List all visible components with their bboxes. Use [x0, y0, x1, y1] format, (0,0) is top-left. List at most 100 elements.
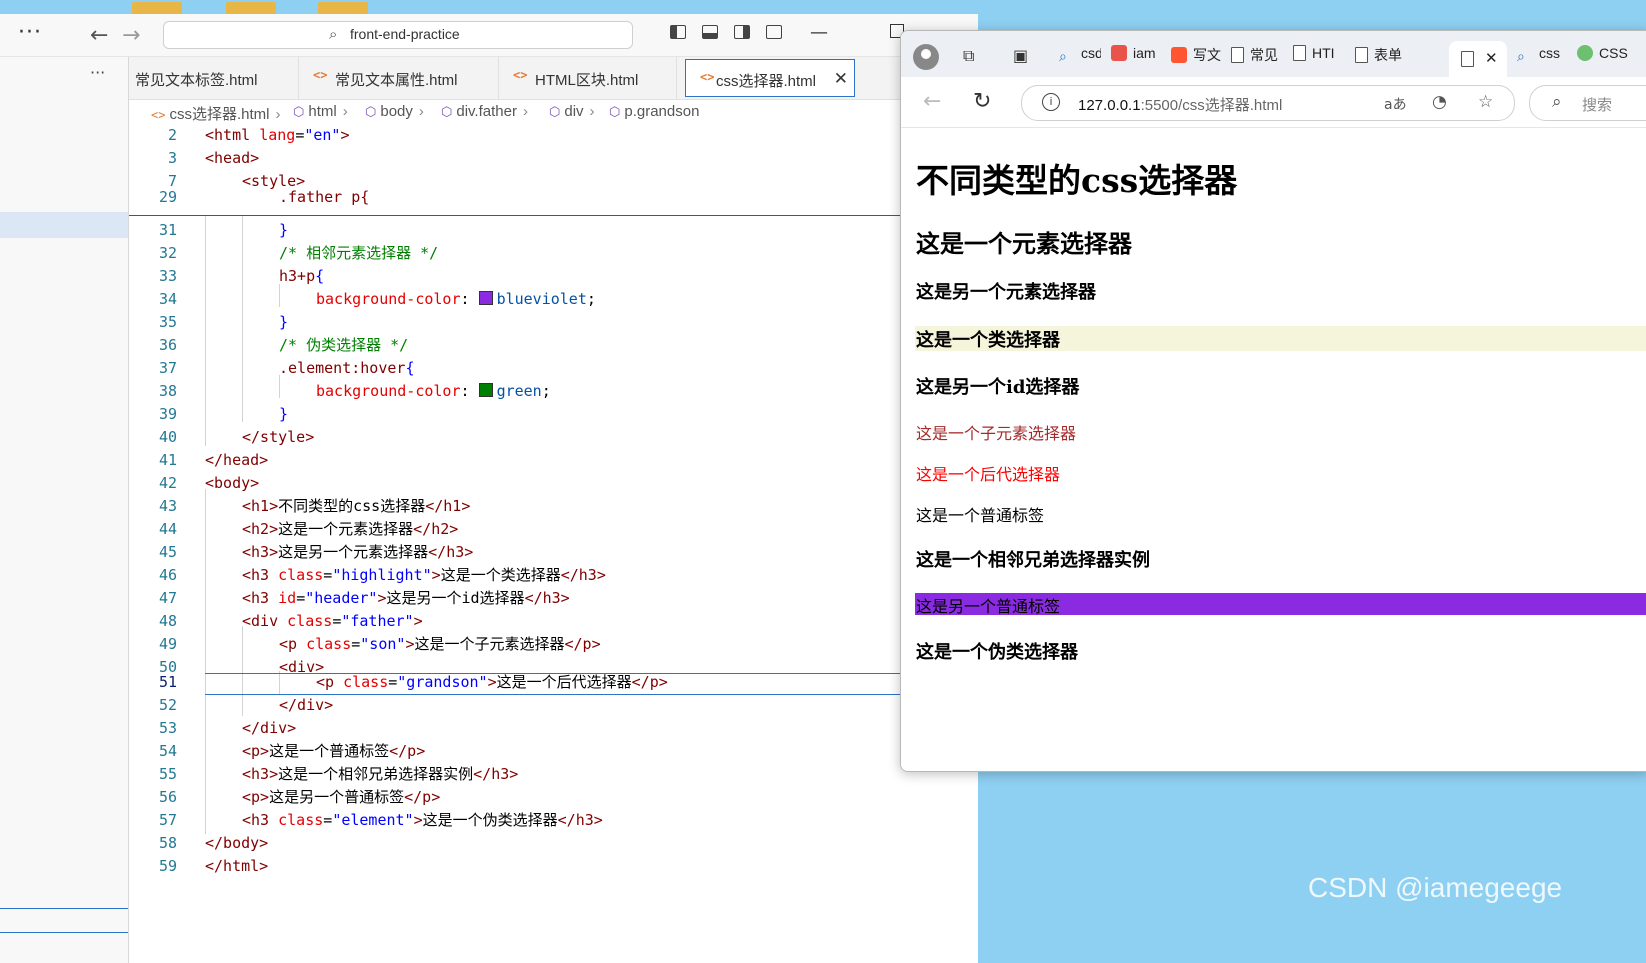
edge-refresh-icon[interactable]: ◔ [1432, 92, 1447, 112]
command-center-search[interactable]: ⌕ front-end-practice [163, 21, 633, 49]
code-line: 56 <p>这是另一个普通标签</p> [158, 788, 441, 806]
page-heading-pseudo-class[interactable]: 这是一个伪类选择器 [916, 638, 1078, 664]
code-line: 32/* 相邻元素选择器 */ [158, 244, 439, 262]
address-bar[interactable]: i 127.0.0.1:5500/css选择器.html aあ ◔ ☆ [1021, 85, 1515, 121]
tab-label: HTML区块.html [535, 72, 639, 89]
page-heading-highlight: 这是一个类选择器 [916, 330, 1060, 351]
command-center-label: front-end-practice [350, 26, 460, 42]
document-icon [1231, 47, 1244, 63]
back-arrow-icon[interactable]: ← [90, 23, 108, 48]
code-line: 44 <h2>这是一个元素选择器</h2> [158, 520, 459, 538]
toggle-primary-sidebar-icon[interactable] [670, 25, 686, 39]
code-line: 3 <head> [167, 149, 260, 167]
tab-label: 常见文本属性.html [335, 72, 458, 89]
close-icon[interactable]: ✕ [834, 69, 848, 89]
element-cube-icon: ⬡ [365, 104, 377, 119]
code-line: 58 </body> [158, 834, 269, 852]
minimize-icon[interactable]: — [810, 22, 828, 43]
browser-tab[interactable]: ⌕ csd [1059, 45, 1101, 67]
profile-avatar[interactable] [913, 44, 939, 70]
code-line: 49 <p class="son">这是一个子元素选择器</p> [158, 635, 601, 653]
browser-tab-active[interactable]: ✕ [1449, 41, 1507, 77]
code-line: 43 <h1>不同类型的css选择器</h1> [158, 497, 471, 515]
breadcrumb-div[interactable]: ⬡ div › [549, 103, 595, 120]
code-line: 36/* 伪类选择器 */ [158, 336, 409, 354]
tab-text-tags[interactable]: 常见文本标签.html [129, 57, 299, 99]
url-text: 127.0.0.1:5500/css选择器.html [1078, 97, 1283, 114]
page-paragraph-son: 这是一个子元素选择器 [916, 424, 1077, 443]
page-heading-h3: 这是另一个元素选择器 [916, 282, 1096, 303]
breadcrumb: <> css选择器.html › ⬡ html › ⬡ body › ⬡ div.father… [129, 100, 978, 124]
code-line: 38 background-color: green; [158, 382, 551, 400]
code-line: 59 </html> [158, 857, 269, 875]
favorite-star-icon[interactable]: ☆ [1478, 92, 1493, 112]
code-line: 29 .father p{ [158, 188, 370, 206]
desktop-folder-icon[interactable] [226, 2, 276, 14]
desktop-folder-icon[interactable] [318, 2, 368, 14]
code-line: 35} [158, 313, 289, 331]
code-line: 55 <h3>这是一个相邻兄弟选择器实例</h3> [158, 765, 519, 783]
editor-tabs: 常见文本标签.html <> 常见文本属性.html <> HTML区块.htm… [129, 57, 978, 100]
page-heading-adjacent: 这是一个相邻兄弟选择器实例 [916, 550, 1150, 571]
browser-tab[interactable]: HTI [1293, 45, 1345, 67]
toggle-panel-icon[interactable] [702, 25, 718, 39]
page-heading-h1: 不同类型的css选择器 [916, 161, 1238, 200]
document-icon [1293, 45, 1306, 61]
desktop-background [0, 0, 1646, 14]
code-line: 47 <h3 id="header">这是另一个id选择器</h3> [158, 589, 570, 607]
code-line: 31} [158, 221, 289, 239]
explorer-selected-item[interactable] [0, 212, 128, 238]
browser-tab[interactable]: ⌕ css [1517, 45, 1569, 67]
breadcrumb-div-father[interactable]: ⬡ div.father › [441, 103, 528, 120]
element-cube-icon: ⬡ [293, 104, 305, 119]
search-icon: ⌕ [1059, 48, 1067, 64]
web-search-box[interactable]: ⌕ 搜索 [1529, 85, 1646, 121]
vertical-tabs-icon[interactable]: ▣ [1013, 46, 1028, 65]
toggle-secondary-sidebar-icon[interactable] [734, 25, 750, 39]
reload-icon[interactable]: ↻ [973, 89, 991, 114]
sidebar-divider [0, 932, 128, 933]
search-icon: ⌕ [1517, 48, 1525, 64]
code-line: 53 </div> [158, 719, 297, 737]
close-icon[interactable]: ✕ [1485, 49, 1498, 67]
color-swatch-icon[interactable] [478, 383, 493, 397]
code-line: 45 <h3>这是另一个元素选择器</h3> [158, 543, 474, 561]
code-editor[interactable]: 2 <html lang="en"> 3 <head> 7 <style> 29 .fa… [129, 124, 978, 963]
search-icon: ⌕ [329, 25, 338, 43]
browser-tab[interactable]: CSS [1577, 45, 1646, 67]
desktop-folder-icon[interactable] [132, 2, 182, 14]
html-file-icon: <> [313, 68, 328, 82]
tab-text-attributes[interactable]: <> 常见文本属性.html [299, 57, 499, 99]
search-icon: ⌕ [1552, 92, 1562, 112]
color-swatch-icon[interactable] [478, 291, 493, 305]
browser-tab[interactable]: 表单 [1355, 45, 1409, 67]
read-aloud-icon[interactable]: aあ [1384, 94, 1407, 114]
tab-label: 常见文本标签.html [135, 72, 258, 89]
browser-tab[interactable]: 常见 [1231, 45, 1283, 67]
code-line: 54 <p>这是一个普通标签</p> [158, 742, 426, 760]
browser-tab[interactable]: iam [1111, 45, 1163, 67]
code-line: 37 .element:hover{ [158, 359, 415, 377]
explorer-more-icon[interactable]: ··· [90, 63, 105, 82]
customize-layout-icon[interactable] [766, 25, 782, 39]
collections-icon[interactable]: ⧉ [963, 46, 974, 66]
info-icon[interactable]: i [1042, 93, 1060, 111]
page-heading-header: 这是另一个id选择器 [916, 377, 1080, 398]
breadcrumb-p-grandson[interactable]: ⬡ p.grandson [609, 103, 699, 120]
breadcrumb-html[interactable]: ⬡ html › [293, 103, 348, 120]
code-line: 34 background-color: blueviolet; [158, 290, 596, 308]
html-file-icon: <> [513, 68, 528, 82]
menu-more-icon[interactable]: ··· [18, 20, 42, 45]
back-arrow-icon[interactable]: ← [923, 89, 941, 114]
tab-css-selectors[interactable]: <> css选择器.html ✕ [685, 59, 855, 97]
code-line: 52 </div> [158, 696, 334, 714]
browser-tab[interactable]: 写文 [1171, 45, 1223, 67]
watermark: CSDN @iamegeege [1308, 872, 1563, 903]
breadcrumb-body[interactable]: ⬡ body › [365, 103, 424, 120]
element-cube-icon: ⬡ [609, 104, 621, 119]
page-paragraph-normal: 这是一个普通标签 [916, 506, 1045, 525]
tab-html-blocks[interactable]: <> HTML区块.html [499, 57, 677, 99]
forward-arrow-icon[interactable]: → [122, 23, 140, 48]
code-line: 40 </style> [158, 428, 315, 446]
breadcrumb-file[interactable]: <> css选择器.html › [151, 103, 280, 124]
